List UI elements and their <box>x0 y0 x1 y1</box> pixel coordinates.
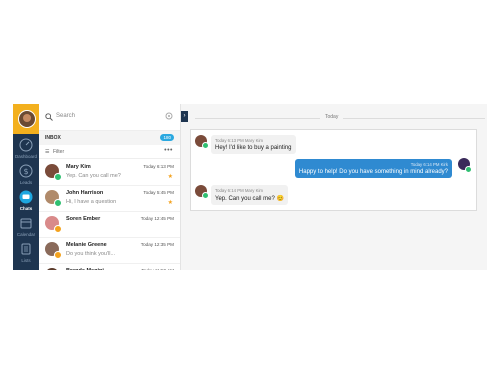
nav-leads[interactable]: $ Leads <box>13 162 39 188</box>
star-icon[interactable]: ★ <box>168 173 173 180</box>
app-window: Dashboard $ Leads Chats Calendar Lists S… <box>13 104 487 270</box>
chat-list-item[interactable]: Mary Kim Yep. Can you call me? Today 6:13 … <box>39 159 180 186</box>
inbox-title: INBOX <box>45 135 61 141</box>
chat-time: Today 6:13 PM <box>143 164 174 169</box>
nav-calendar[interactable]: Calendar <box>13 214 39 240</box>
chat-list-item[interactable]: Brenda MaginiI can't wait!!Today 11:50 A… <box>39 263 180 270</box>
chat-name: Melanie Greene <box>66 242 107 248</box>
gauge-icon <box>19 138 33 152</box>
status-dot <box>54 199 62 207</box>
nav-rail: Dashboard $ Leads Chats Calendar Lists <box>13 104 39 270</box>
message-meta: Today 6:13 PM Mary Kim <box>215 138 263 143</box>
user-avatar[interactable] <box>13 104 39 134</box>
conversation-panel: › Today Today 6:13 PM Mary Kim Hey! I'd … <box>181 104 487 270</box>
dollar-icon: $ <box>19 164 33 178</box>
search-bar[interactable]: Search <box>39 104 180 131</box>
day-label: Today <box>320 114 344 120</box>
chat-time: Today 12:35 PM <box>140 242 174 247</box>
online-status-dot <box>202 142 209 149</box>
inbox-count-badge: 180 <box>160 134 174 141</box>
chat-preview: Hi, I have a question <box>66 199 117 205</box>
chat-name: Soren Ember <box>66 216 101 222</box>
more-options-icon[interactable]: ••• <box>164 147 173 154</box>
chat-preview: Do you think you'll... <box>66 251 116 257</box>
chat-time: Today 11:50 AM <box>141 268 174 270</box>
collapse-panel-button[interactable]: › <box>181 111 188 122</box>
nav-chats[interactable]: Chats <box>13 188 39 214</box>
avatar <box>45 268 59 270</box>
filter-label[interactable]: Filter <box>53 149 64 155</box>
gear-icon[interactable] <box>165 112 173 120</box>
message-text: Yep. Can you call me? 😊 <box>215 196 284 202</box>
nav-leads-label: Leads <box>19 180 33 185</box>
nav-calendar-label: Calendar <box>16 232 36 237</box>
chat-time: Today 5:45 PM <box>143 190 174 195</box>
status-dot <box>54 225 62 233</box>
chat-list-panel: Search INBOX 180 ☰ Filter ••• Mary Kim Ye… <box>39 104 181 270</box>
online-status-dot <box>202 192 209 199</box>
message-text: Happy to help! Do you have something in … <box>298 169 448 175</box>
status-dot <box>54 173 62 181</box>
filter-icon: ☰ <box>45 149 50 155</box>
nav-dashboard[interactable]: Dashboard <box>13 136 39 162</box>
chat-name: John Harrison <box>66 190 104 196</box>
list-icon <box>21 243 31 255</box>
nav-dashboard-label: Dashboard <box>14 154 37 159</box>
search-input[interactable]: Search <box>56 113 75 119</box>
filter-bar[interactable]: ☰ Filter ••• <box>39 146 180 159</box>
status-dot <box>54 251 62 259</box>
message-bubble: Today 6:14 PM Mary Kim Yep. Can you call… <box>211 185 288 205</box>
nav-lists[interactable]: Lists <box>13 240 39 266</box>
chat-list-item[interactable]: Melanie Greene Do you think you'll... Toda… <box>39 237 180 264</box>
chat-name: Brenda Magini <box>66 268 104 270</box>
chat-time: Today 12:45 PM <box>140 216 174 221</box>
calendar-icon <box>20 218 32 229</box>
message-meta: Today 6:14 PM Kirk <box>410 162 448 167</box>
online-status-dot <box>465 166 472 173</box>
chat-list-item[interactable]: Soren Ember Today 12:45 PM <box>39 211 180 238</box>
message-meta: Today 6:14 PM Mary Kim <box>215 188 263 193</box>
message-text: Hey! I'd like to buy a painting <box>215 145 292 151</box>
svg-text:$: $ <box>23 167 28 176</box>
chat-preview: Yep. Can you call me? <box>66 173 121 179</box>
search-icon <box>45 113 53 121</box>
nav-chats-label: Chats <box>19 206 33 211</box>
inbox-header: INBOX 180 <box>39 131 180 145</box>
chat-list-item[interactable]: John Harrison Hi, I have a question Today … <box>39 185 180 212</box>
message-bubble: Today 6:13 PM Mary Kim Hey! I'd like to … <box>211 135 296 154</box>
star-icon[interactable]: ★ <box>168 199 173 206</box>
chat-name: Mary Kim <box>66 164 91 170</box>
message-thread: Today 6:13 PM Mary Kim Hey! I'd like to … <box>190 129 477 211</box>
message-bubble: Today 6:14 PM Kirk Happy to help! Do you… <box>294 159 452 178</box>
chat-icon <box>19 190 33 204</box>
nav-lists-label: Lists <box>21 258 31 263</box>
